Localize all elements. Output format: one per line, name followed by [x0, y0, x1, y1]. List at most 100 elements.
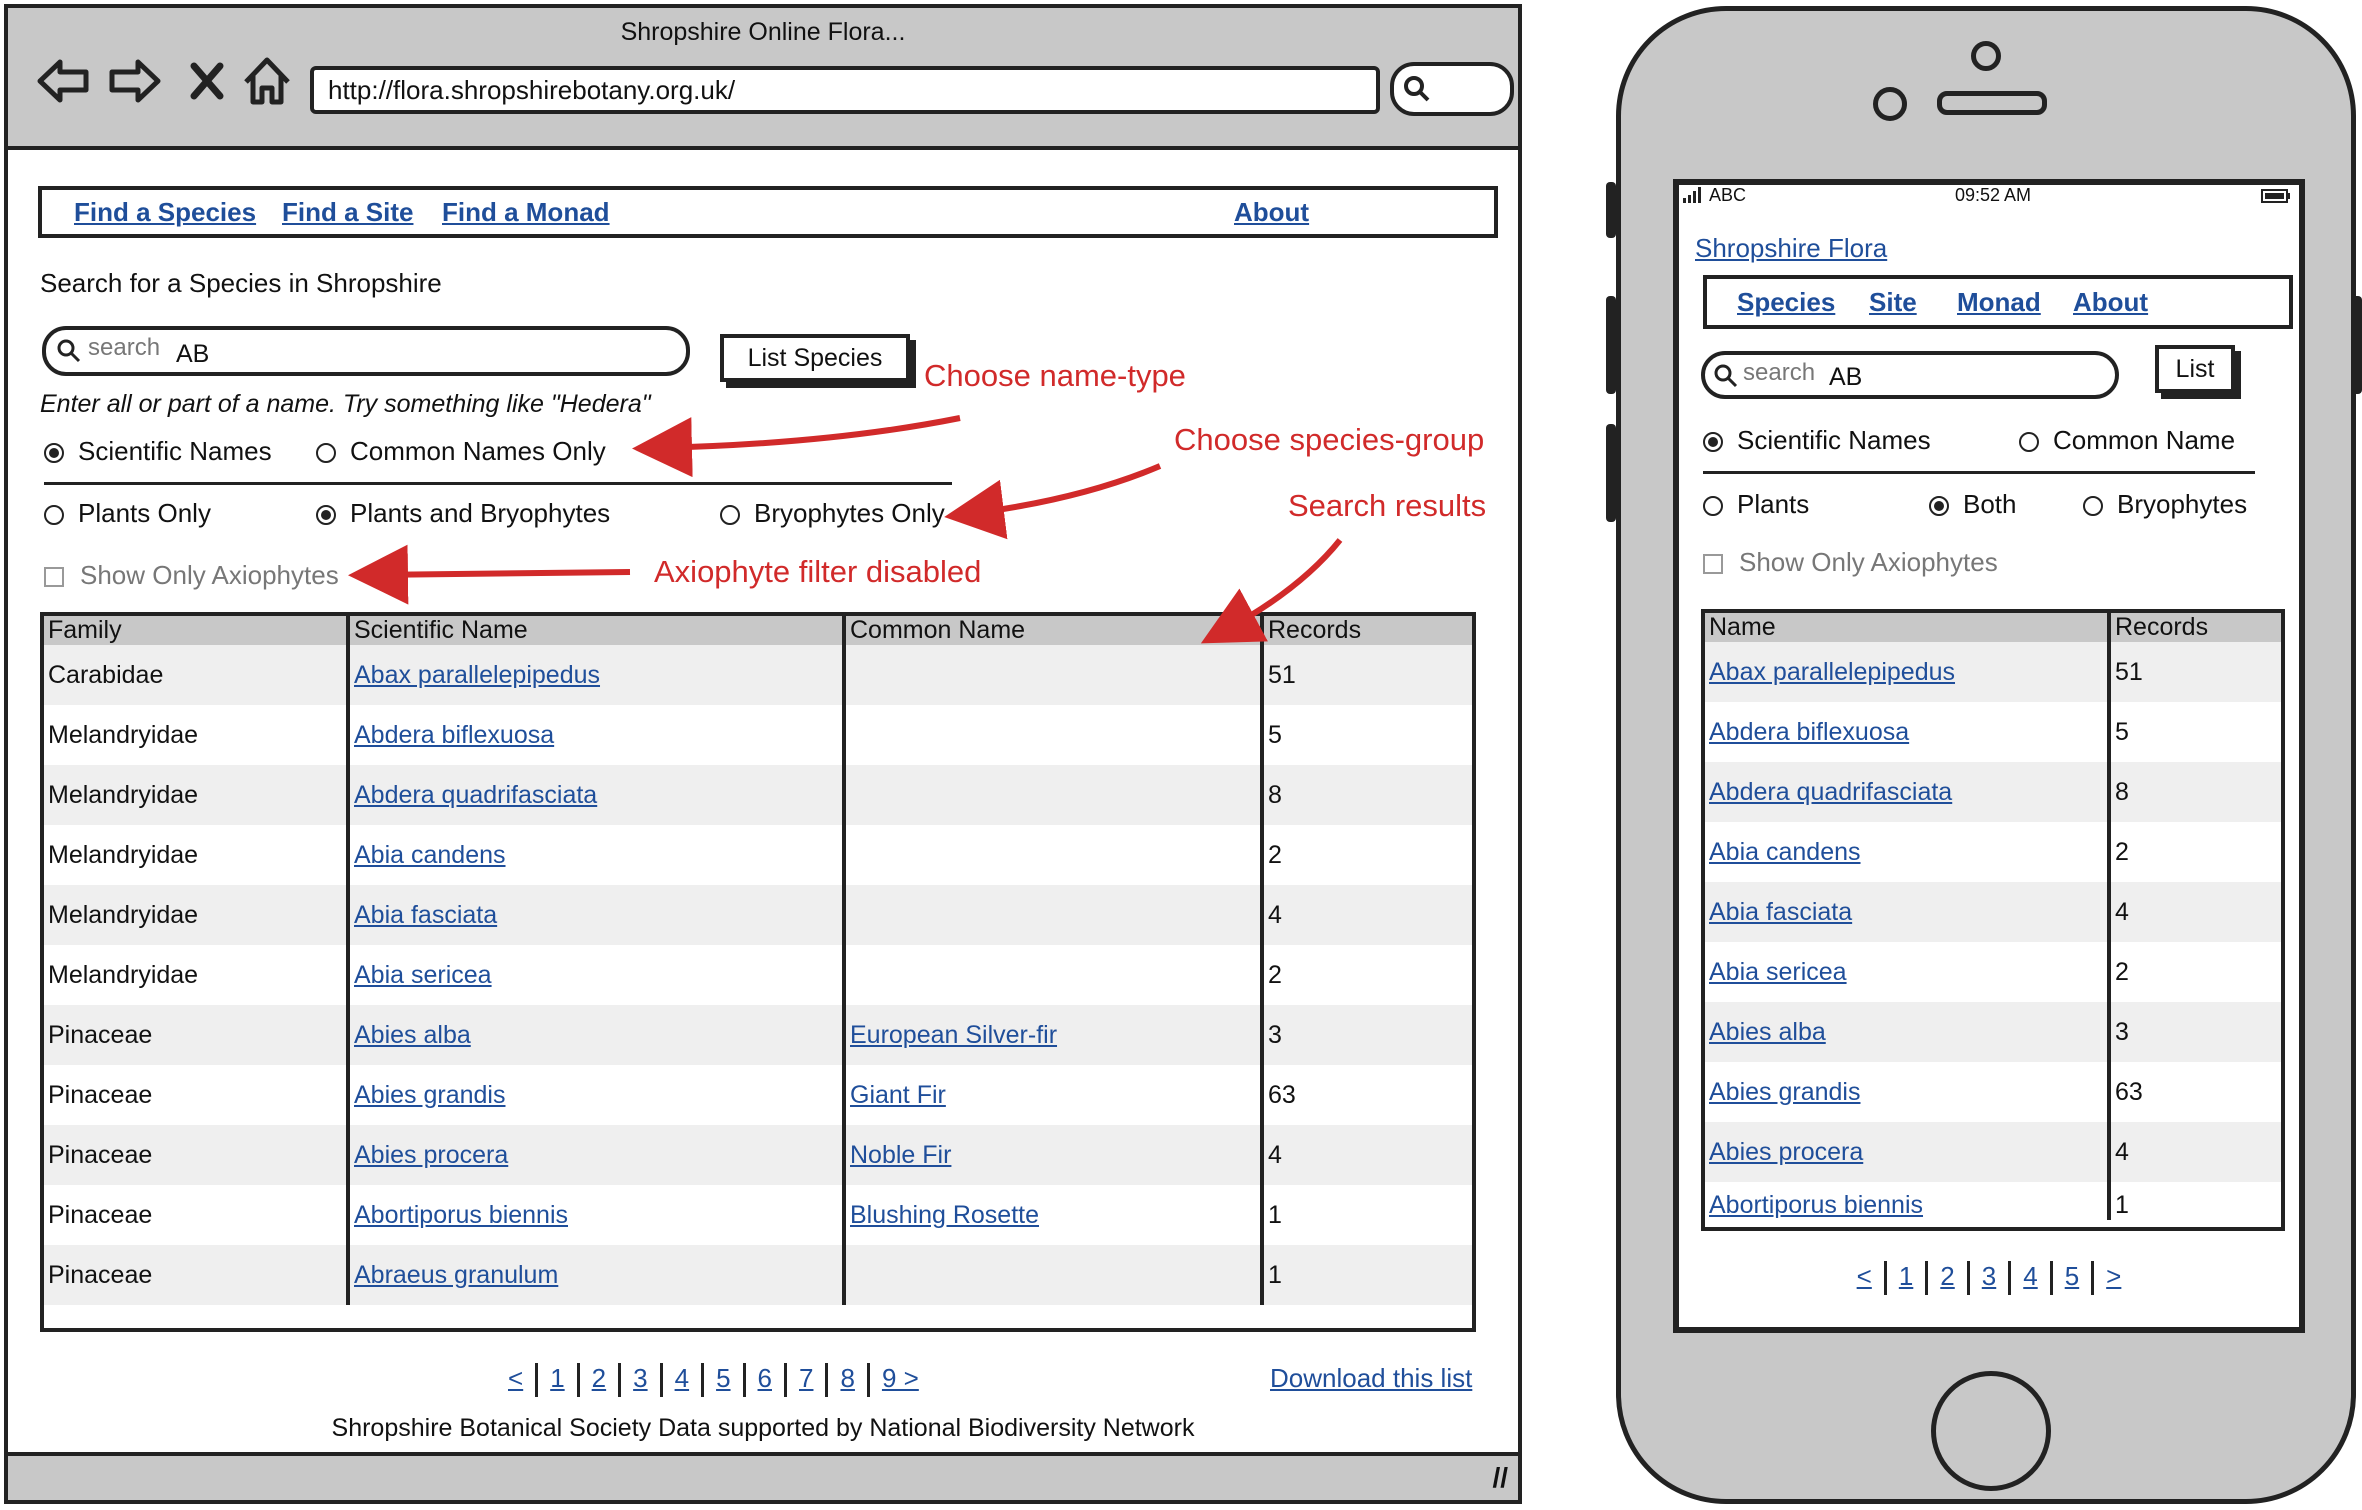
- resize-grip-icon[interactable]: //: [1492, 1462, 1508, 1494]
- scientific-name-link[interactable]: Abdera biflexuosa: [354, 721, 554, 749]
- pager-link[interactable]: 2: [592, 1363, 606, 1393]
- pager-link[interactable]: 1: [1899, 1261, 1913, 1291]
- common-name-link[interactable]: Noble Fir: [850, 1141, 951, 1169]
- species-name-link[interactable]: Abia sericea: [1709, 958, 1847, 986]
- scientific-name-link[interactable]: Abies procera: [354, 1141, 508, 1169]
- table-cell: 2: [1260, 945, 1472, 1005]
- species-name-link[interactable]: Abies alba: [1709, 1018, 1826, 1046]
- table-row: Pinaceae Abraeus granulum 1: [44, 1245, 1472, 1305]
- mobile-nav-species[interactable]: Species: [1737, 287, 1835, 318]
- species-name-link[interactable]: Abax parallelepipedus: [1709, 658, 1955, 686]
- family-cell: Melandryidae: [48, 960, 199, 989]
- table-cell: [842, 825, 1262, 885]
- table-row: Abdera quadrifasciata 8: [1705, 762, 2281, 822]
- table-row: Melandryidae Abia sericea 2: [44, 945, 1472, 1005]
- pager-link[interactable]: 6: [758, 1363, 772, 1393]
- scientific-name-link[interactable]: Abraeus granulum: [354, 1261, 558, 1289]
- table-cell: Abdera biflexuosa: [346, 705, 844, 765]
- mobile-list-button[interactable]: List: [2155, 345, 2235, 393]
- radio-dot: [1929, 496, 1949, 516]
- table-cell: [842, 765, 1262, 825]
- table-cell: Abortiporus biennis: [1705, 1182, 2109, 1220]
- records-cell: 3: [2107, 1002, 2281, 1062]
- table-row: Pinaceae Abies procera Noble Fir 4: [44, 1125, 1472, 1185]
- scientific-name-link[interactable]: Abia candens: [354, 841, 506, 869]
- table-row: Melandryidae Abia fasciata 4: [44, 885, 1472, 945]
- mobile-site-title[interactable]: Shropshire Flora: [1695, 233, 1887, 264]
- pager-separator: [2049, 1261, 2053, 1296]
- phone-device: ABC 09:52 AM Shropshire Flora Species Si…: [1616, 6, 2356, 1504]
- pager-link[interactable]: 3: [633, 1363, 647, 1393]
- pager-link[interactable]: 7: [799, 1363, 813, 1393]
- scientific-name-link[interactable]: Abies grandis: [354, 1081, 505, 1109]
- table-cell: Melandryidae: [44, 885, 348, 945]
- scientific-name-link[interactable]: Abia sericea: [354, 961, 492, 989]
- pager-link[interactable]: 9 >: [882, 1363, 919, 1393]
- home-button[interactable]: [1931, 1371, 2051, 1491]
- pager-separator: [618, 1363, 622, 1398]
- table-cell: Abax parallelepipedus: [1705, 642, 2109, 702]
- phone-volume-down: [1606, 424, 1616, 522]
- col-records: Records: [2107, 613, 2281, 642]
- pager-link[interactable]: 3: [1982, 1261, 1996, 1291]
- mobile-nav-monad[interactable]: Monad: [1957, 287, 2041, 318]
- table-cell: Abia fasciata: [1705, 882, 2109, 942]
- mobile-nav-about[interactable]: About: [2073, 287, 2148, 318]
- species-name-link[interactable]: Abia candens: [1709, 838, 1861, 866]
- common-name-link[interactable]: Blushing Rosette: [850, 1201, 1039, 1229]
- common-name-link[interactable]: Giant Fir: [850, 1081, 946, 1109]
- pager-link[interactable]: 5: [2065, 1261, 2079, 1291]
- pager-link[interactable]: 5: [716, 1363, 730, 1393]
- table-row: Abia sericea 2: [1705, 942, 2281, 1002]
- table-cell: Pinaceae: [44, 1065, 348, 1125]
- mobile-search-input[interactable]: search AB: [1701, 351, 2119, 399]
- family-cell: Pinaceae: [48, 1140, 153, 1169]
- table-cell: Abia sericea: [1705, 942, 2109, 1002]
- pager-link[interactable]: <: [1857, 1261, 1872, 1291]
- mobile-nav-site[interactable]: Site: [1869, 287, 1917, 318]
- scientific-name-link[interactable]: Abortiporus biennis: [354, 1201, 568, 1229]
- pager-separator: [1925, 1261, 1929, 1296]
- species-name-link[interactable]: Abia fasciata: [1709, 898, 1852, 926]
- mobile-radio-scientific[interactable]: Scientific Names: [1703, 425, 1931, 456]
- mobile-radio-plants[interactable]: Plants: [1703, 489, 1809, 520]
- table-row: Melandryidae Abia candens 2: [44, 825, 1472, 885]
- table-row: Abdera biflexuosa 5: [1705, 702, 2281, 762]
- species-name-link[interactable]: Abies grandis: [1709, 1078, 1860, 1106]
- mobile-axiophytes-checkbox[interactable]: Show Only Axiophytes: [1703, 547, 1998, 578]
- species-name-link[interactable]: Abies procera: [1709, 1138, 1863, 1166]
- common-name-link[interactable]: European Silver-fir: [850, 1021, 1057, 1049]
- download-list-link[interactable]: Download this list: [1270, 1363, 1472, 1394]
- pager-link[interactable]: 1: [550, 1363, 564, 1393]
- pager-link[interactable]: 2: [1940, 1261, 1954, 1291]
- pager-link[interactable]: 4: [2023, 1261, 2037, 1291]
- table-cell: Giant Fir: [842, 1065, 1262, 1125]
- table-cell: 1: [1260, 1185, 1472, 1245]
- mobile-radio-bryophytes[interactable]: Bryophytes: [2083, 489, 2247, 520]
- scientific-name-link[interactable]: Abies alba: [354, 1021, 471, 1049]
- pagination: <1 2 3 4 5 6 7 8 9 >: [508, 1363, 919, 1398]
- table-cell: Abies alba: [346, 1005, 844, 1065]
- search-placeholder: search: [1743, 359, 1816, 386]
- radio-dot: [2019, 432, 2039, 452]
- species-name-link[interactable]: Abdera quadrifasciata: [1709, 778, 1952, 806]
- table-cell: Melandryidae: [44, 705, 348, 765]
- mobile-radio-common[interactable]: Common Name: [2019, 425, 2235, 456]
- scientific-name-link[interactable]: Abia fasciata: [354, 901, 497, 929]
- species-name-link[interactable]: Abdera biflexuosa: [1709, 718, 1909, 746]
- table-row: Abies grandis 63: [1705, 1062, 2281, 1122]
- table-row: Melandryidae Abdera biflexuosa 5: [44, 705, 1472, 765]
- pager-link[interactable]: 8: [840, 1363, 854, 1393]
- table-cell: Abia candens: [1705, 822, 2109, 882]
- camera-icon: [1873, 87, 1907, 121]
- mobile-radio-both[interactable]: Both: [1929, 489, 2017, 520]
- table-row: Pinaceae Abies grandis Giant Fir 63: [44, 1065, 1472, 1125]
- table-row: Abia candens 2: [1705, 822, 2281, 882]
- annotation-arrows: [348, 415, 1343, 644]
- pager-separator: [742, 1363, 746, 1398]
- scientific-name-link[interactable]: Abdera quadrifasciata: [354, 781, 597, 809]
- pager-link[interactable]: <: [508, 1363, 523, 1393]
- pager-link[interactable]: >: [2106, 1261, 2121, 1291]
- pager-link[interactable]: 4: [675, 1363, 689, 1393]
- species-name-link[interactable]: Abortiporus biennis: [1709, 1191, 1923, 1219]
